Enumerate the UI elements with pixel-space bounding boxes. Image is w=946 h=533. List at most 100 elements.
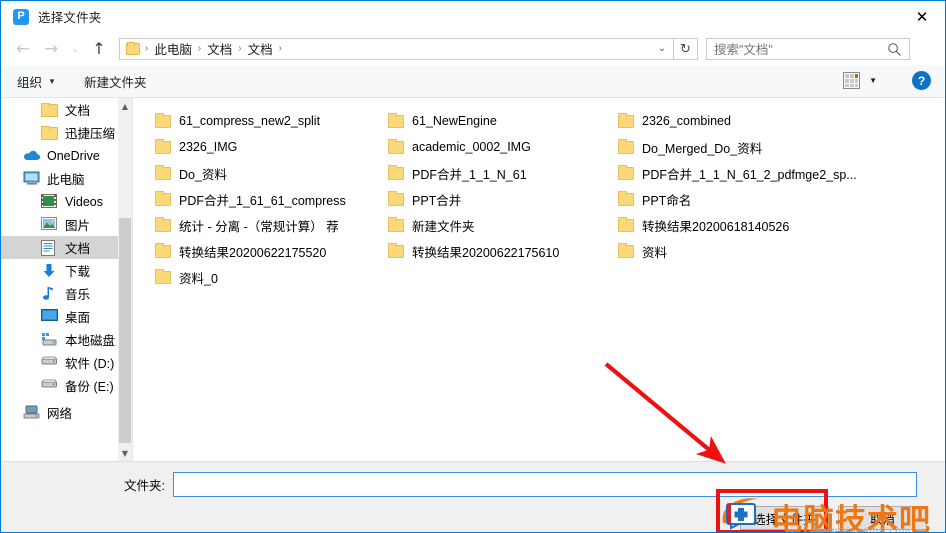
list-item-label: PPT命名: [642, 193, 692, 208]
file-column-3: 2326_combined Do_Merged_Do_资料 PDF合并_1_1_…: [618, 108, 868, 264]
list-item-label: 统计 - 分离 -（常规计算） 荐: [179, 219, 339, 234]
list-item[interactable]: PPT命名: [618, 186, 868, 212]
list-item[interactable]: 统计 - 分离 -（常规计算） 荐: [155, 212, 385, 238]
chevron-down-icon[interactable]: ▼: [869, 76, 877, 85]
watermark-url: www.xiazaiba.com: [813, 526, 912, 533]
sidebar-item-drive-d[interactable]: 软件 (D:): [1, 351, 132, 374]
sidebar-item-xunjie[interactable]: 迅捷压缩: [1, 121, 132, 144]
sidebar-item-documents[interactable]: 文档: [1, 236, 132, 259]
breadcrumb-item-2[interactable]: 文档: [245, 39, 276, 58]
sidebar-item-onedrive[interactable]: OneDrive: [1, 144, 132, 167]
breadcrumb-item-1[interactable]: 文档: [204, 39, 235, 58]
scrollbar-thumb[interactable]: [119, 218, 131, 443]
list-item-label: PPT合并: [412, 193, 462, 208]
list-item[interactable]: Do_Merged_Do_资料: [618, 134, 868, 160]
forward-icon[interactable]: →: [37, 35, 65, 63]
refresh-icon[interactable]: ↻: [674, 37, 698, 60]
list-item[interactable]: PPT合并: [388, 186, 616, 212]
list-item[interactable]: PDF合并_1_1_N_61: [388, 160, 616, 186]
search-input[interactable]: 搜索"文档": [706, 37, 910, 60]
list-item[interactable]: 61_compress_new2_split: [155, 108, 385, 134]
sidebar-item-documents-quick[interactable]: 文档: [1, 98, 132, 121]
folder-icon: [155, 242, 171, 258]
music-icon: [41, 286, 58, 302]
sidebar-item-label: 迅捷压缩: [65, 127, 116, 141]
list-item-label: PDF合并_1_1_N_61_2_pdfmge2_sp...: [642, 167, 857, 182]
breadcrumb-separator: ›: [278, 43, 282, 54]
folder-icon: [155, 138, 171, 154]
folder-icon: [618, 164, 634, 180]
breadcrumb-separator: ›: [197, 43, 202, 54]
file-list: 61_compress_new2_split 2326_IMG Do_资料 PD…: [133, 98, 945, 461]
sidebar-item-label: 网络: [47, 407, 73, 421]
sidebar-item-downloads[interactable]: 下载: [1, 259, 132, 282]
folder-icon: [388, 216, 404, 232]
sidebar-item-pictures[interactable]: 图片: [1, 213, 132, 236]
list-item-label: 61_compress_new2_split: [179, 114, 321, 128]
list-item[interactable]: academic_0002_IMG: [388, 134, 616, 160]
videos-icon: [41, 193, 58, 210]
file-column-1: 61_compress_new2_split 2326_IMG Do_资料 PD…: [155, 108, 385, 290]
sidebar-item-music[interactable]: 音乐: [1, 282, 132, 305]
list-item[interactable]: PDF合并_1_61_61_compress: [155, 186, 385, 212]
network-icon: [23, 405, 40, 421]
scroll-up-icon[interactable]: ▲: [118, 98, 132, 114]
up-icon[interactable]: ↑: [85, 35, 113, 63]
chevron-down-icon[interactable]: ⌄: [651, 39, 673, 59]
sidebar-item-label: 桌面: [65, 311, 91, 325]
list-item-label: Do_资料: [179, 167, 227, 182]
list-item-label: academic_0002_IMG: [412, 140, 531, 154]
folder-icon: [388, 138, 404, 154]
sidebar-item-local-disk-c[interactable]: 本地磁盘 (C: [1, 328, 132, 351]
organize-button[interactable]: 组织 ▼: [17, 72, 56, 91]
help-icon[interactable]: ?: [912, 71, 931, 90]
scroll-down-icon[interactable]: ▼: [118, 445, 132, 461]
sidebar-item-network[interactable]: 网络: [1, 401, 132, 424]
breadcrumb-item-0[interactable]: 此电脑: [151, 39, 195, 58]
recent-locations-icon[interactable]: ⌄: [65, 35, 85, 63]
folder-icon: [388, 164, 404, 180]
sidebar-item-this-pc[interactable]: 此电脑: [1, 167, 132, 190]
list-item[interactable]: 61_NewEngine: [388, 108, 616, 134]
navigation-pane: 文档 迅捷压缩 OneDrive 此电脑 Videos 图片 文档 下载 音乐 …: [1, 98, 132, 461]
close-icon[interactable]: ✕: [899, 1, 945, 32]
list-item[interactable]: 资料: [618, 238, 868, 264]
list-item[interactable]: 2326_IMG: [155, 134, 385, 160]
list-item[interactable]: PDF合并_1_1_N_61_2_pdfmge2_sp...: [618, 160, 868, 186]
drive-icon: [41, 378, 58, 394]
folder-icon: [155, 216, 171, 232]
list-item-label: Do_Merged_Do_资料: [642, 141, 763, 156]
sidebar-item-desktop[interactable]: 桌面: [1, 305, 132, 328]
list-item[interactable]: 转换结果20200622175520: [155, 238, 385, 264]
new-folder-button[interactable]: 新建文件夹: [84, 72, 147, 91]
folder-icon: [155, 190, 171, 206]
list-item[interactable]: 2326_combined: [618, 108, 868, 134]
folder-icon: [618, 112, 634, 128]
list-item[interactable]: Do_资料: [155, 160, 385, 186]
back-icon[interactable]: ←: [9, 35, 37, 63]
folder-icon: [155, 268, 171, 284]
documents-icon: [41, 239, 58, 256]
window-title: 选择文件夹: [38, 11, 102, 25]
drive-icon: [41, 355, 58, 371]
folder-icon: [41, 126, 58, 140]
sidebar-item-videos[interactable]: Videos: [1, 190, 132, 213]
search-icon: [888, 42, 901, 56]
list-item[interactable]: 资料_0: [155, 264, 385, 290]
folder-icon: [388, 190, 404, 206]
list-item[interactable]: 转换结果20200618140526: [618, 212, 868, 238]
breadcrumb-separator: ›: [238, 43, 242, 54]
grid-view-icon[interactable]: [843, 72, 861, 89]
list-item[interactable]: 新建文件夹: [388, 212, 616, 238]
view-options[interactable]: ▼: [843, 72, 877, 89]
app-icon: P: [13, 8, 29, 25]
list-item[interactable]: 转换结果20200622175610: [388, 238, 616, 264]
sidebar-item-label: 音乐: [65, 288, 91, 302]
sidebar-item-label: 此电脑: [47, 173, 85, 187]
sidebar-item-drive-e[interactable]: 备份 (E:): [1, 374, 132, 397]
cloud-icon: [23, 148, 40, 164]
folder-icon: [618, 190, 634, 206]
address-bar[interactable]: › 此电脑 › 文档 › 文档 › ⌄: [119, 37, 674, 60]
sidebar-scrollbar[interactable]: ▲ ▼: [118, 98, 132, 461]
list-item-label: 转换结果20200622175520: [179, 245, 327, 260]
